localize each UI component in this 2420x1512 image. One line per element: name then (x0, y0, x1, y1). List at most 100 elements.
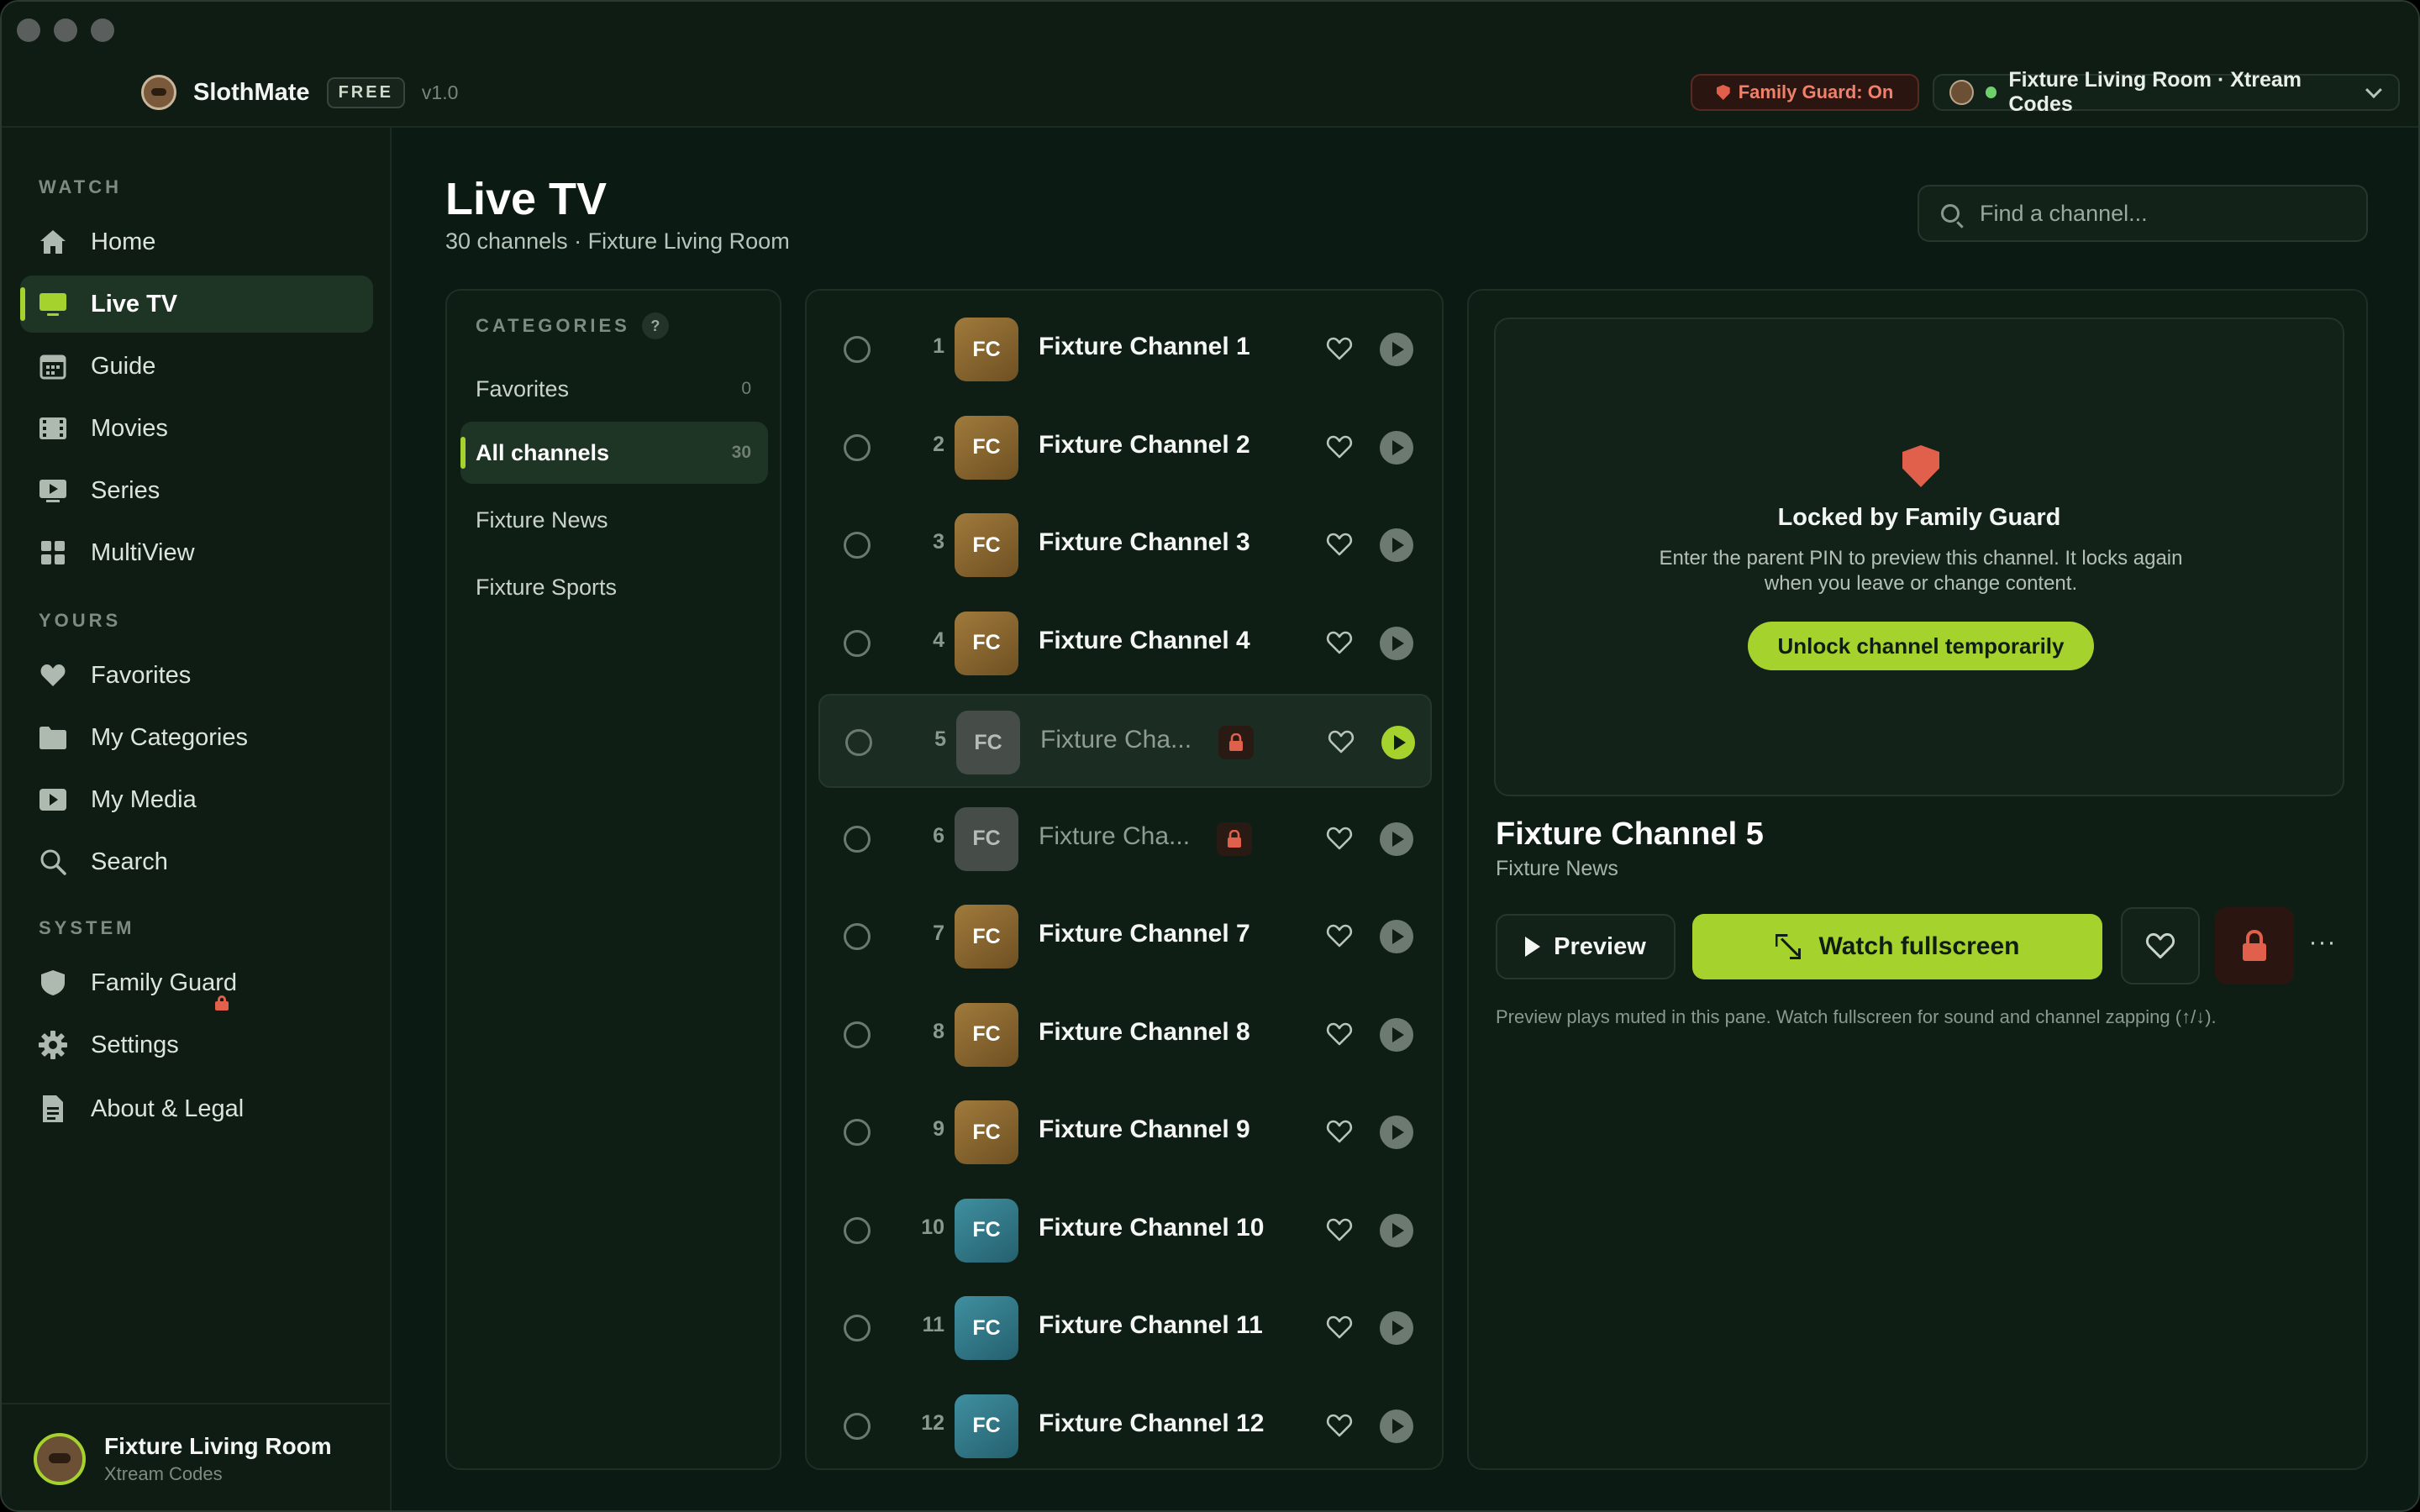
close-window-button[interactable] (17, 18, 40, 42)
channel-logo: FC (956, 711, 1020, 774)
channel-row[interactable]: 8 FC Fixture Channel 8 (818, 988, 1432, 1082)
family-guard-status-text: Family Guard: On (1738, 81, 1894, 102)
select-channel-radio[interactable] (844, 629, 871, 657)
search-input[interactable] (1980, 200, 2349, 227)
favorite-heart-icon[interactable] (1326, 630, 1353, 657)
select-channel-radio[interactable] (844, 1315, 871, 1341)
favorite-heart-icon[interactable] (1326, 336, 1353, 363)
select-channel-radio[interactable] (844, 1119, 871, 1146)
select-channel-radio[interactable] (844, 433, 871, 461)
channel-logo: FC (955, 806, 1018, 871)
play-channel-button[interactable] (1380, 430, 1413, 465)
favorite-heart-icon[interactable] (1326, 1413, 1353, 1440)
favorite-heart-icon[interactable] (1326, 1217, 1353, 1244)
channel-row[interactable]: 11 FC Fixture Channel 11 (818, 1281, 1432, 1375)
sidebar-item-home[interactable]: Home (20, 213, 373, 270)
channel-row[interactable]: 4 FC Fixture Channel 4 (818, 596, 1432, 690)
source-label: Fixture Living Room · Xtream Codes (2008, 68, 2302, 116)
unlock-channel-button[interactable]: Unlock channel temporarily (1748, 622, 2094, 670)
family-guard-status-pill[interactable]: Family Guard: On (1691, 74, 1919, 111)
sidebar-item-my-media[interactable]: My Media (20, 771, 373, 828)
category-favorites[interactable]: Favorites 0 (460, 358, 768, 420)
lock-icon (2243, 929, 2266, 961)
select-channel-radio[interactable] (844, 825, 871, 853)
sidebar-item-search[interactable]: Search (20, 833, 373, 890)
channel-row[interactable]: 1 FC Fixture Channel 1 (818, 302, 1432, 396)
channel-row[interactable]: 2 FC Fixture Channel 2 (818, 401, 1432, 495)
channel-row[interactable]: 7 FC Fixture Channel 7 (818, 890, 1432, 984)
favorite-heart-icon[interactable] (1326, 826, 1353, 853)
sidebar-item-multiview[interactable]: MultiView (20, 524, 373, 581)
play-channel-button[interactable] (1380, 626, 1413, 660)
sidebar-item-about-legal[interactable]: About & Legal (20, 1080, 373, 1137)
play-channel-button[interactable] (1380, 1409, 1413, 1443)
play-channel-button[interactable] (1380, 528, 1413, 562)
sidebar-item-my-categories[interactable]: My Categories (20, 709, 373, 766)
play-channel-button[interactable] (1380, 1213, 1413, 1247)
favorite-heart-icon[interactable] (1326, 1315, 1353, 1341)
preview-button[interactable]: Preview (1496, 914, 1676, 979)
sidebar-item-label: Guide (91, 352, 156, 380)
sidebar-item-guide[interactable]: Guide (20, 338, 373, 395)
favorite-heart-icon[interactable] (1328, 729, 1355, 756)
sloth-logo-icon (141, 75, 176, 110)
sidebar-item-family-guard[interactable]: Family Guard (20, 954, 373, 1011)
channel-name: Fixture Channel 4 (1039, 626, 1250, 654)
channel-row[interactable]: 9 FC Fixture Channel 9 (818, 1085, 1432, 1179)
play-channel-button[interactable] (1380, 1311, 1413, 1345)
channel-logo: FC (955, 905, 1018, 969)
select-channel-radio[interactable] (844, 1412, 871, 1440)
channel-row[interactable]: 12 FC Fixture Channel 12 (818, 1379, 1432, 1469)
categories-panel: CATEGORIES ? Favorites 0 All channels 30… (445, 289, 781, 1470)
lock-channel-button[interactable] (2215, 907, 2294, 984)
play-channel-button[interactable] (1380, 1116, 1413, 1149)
play-channel-button[interactable] (1380, 920, 1413, 953)
select-channel-radio[interactable] (844, 336, 871, 363)
play-channel-button[interactable] (1380, 822, 1413, 856)
select-channel-radio[interactable] (845, 729, 872, 756)
favorite-heart-icon[interactable] (1326, 434, 1353, 461)
sidebar-item-label: Settings (91, 1031, 179, 1058)
play-channel-button[interactable] (1380, 1017, 1413, 1052)
channel-row[interactable]: 5 FC Fixture Cha... (818, 694, 1432, 788)
select-channel-radio[interactable] (844, 1021, 871, 1048)
category-all-channels[interactable]: All channels 30 (460, 422, 768, 484)
sidebar-item-movies[interactable]: Movies (20, 400, 373, 457)
profile-switcher[interactable]: Fixture Living Room Xtream Codes (2, 1403, 390, 1510)
favorite-button[interactable] (2121, 907, 2200, 984)
channel-number: 7 (933, 921, 944, 945)
select-channel-radio[interactable] (844, 923, 871, 950)
play-channel-button[interactable] (1381, 726, 1415, 759)
favorite-heart-icon[interactable] (1326, 1119, 1353, 1146)
avatar (34, 1433, 86, 1485)
help-icon[interactable]: ? (641, 312, 669, 339)
select-channel-radio[interactable] (844, 532, 871, 559)
source-switcher[interactable]: Fixture Living Room · Xtream Codes (1933, 68, 2400, 116)
category-fixture-sports[interactable]: Fixture Sports (460, 556, 768, 618)
channel-row[interactable]: 6 FC Fixture Cha... (818, 792, 1432, 886)
connection-status-dot (1985, 87, 1997, 98)
channel-row[interactable]: 10 FC Fixture Channel 10 (818, 1184, 1432, 1278)
minimize-window-button[interactable] (54, 18, 77, 42)
favorite-heart-icon[interactable] (1326, 1021, 1353, 1048)
channel-number: 4 (933, 627, 944, 652)
favorite-heart-icon[interactable] (1326, 923, 1353, 950)
sidebar-item-series[interactable]: Series (20, 462, 373, 519)
watch-fullscreen-button[interactable]: Watch fullscreen (1692, 914, 2102, 979)
sidebar-item-favorites[interactable]: Favorites (20, 647, 373, 704)
channel-search[interactable] (1918, 185, 2368, 242)
sidebar-item-live-tv[interactable]: Live TV (20, 276, 373, 333)
heart-icon (2145, 932, 2175, 959)
sidebar-item-label: MultiView (91, 538, 195, 566)
zoom-window-button[interactable] (91, 18, 114, 42)
home-icon (39, 228, 67, 256)
favorite-heart-icon[interactable] (1326, 532, 1353, 559)
channel-row[interactable]: 3 FC Fixture Channel 3 (818, 498, 1432, 592)
select-channel-radio[interactable] (844, 1216, 871, 1244)
sidebar-item-settings[interactable]: Settings (20, 1016, 373, 1074)
more-options-button[interactable]: ··· (2306, 927, 2339, 961)
play-channel-button[interactable] (1380, 333, 1413, 366)
category-fixture-news[interactable]: Fixture News (460, 489, 768, 551)
app-name: SlothMate (193, 78, 310, 106)
app-version: v1.0 (421, 81, 459, 103)
